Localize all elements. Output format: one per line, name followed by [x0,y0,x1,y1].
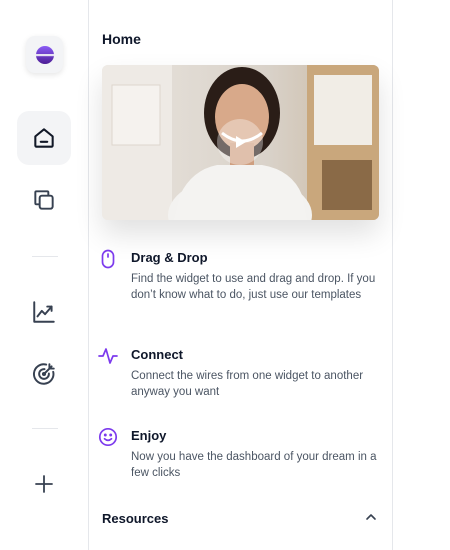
rail-home-button[interactable] [17,111,71,165]
chevron-up-icon[interactable] [364,510,378,524]
plus-icon [35,475,53,493]
app-logo[interactable] [26,36,63,73]
logo-icon [34,45,55,64]
copy-icon [34,190,54,210]
resources-label: Resources [102,511,169,526]
panel-border [392,0,393,550]
intro-video[interactable] [102,65,379,220]
feature-description: Now you have the dashboard of your dream… [131,451,377,479]
play-button[interactable] [217,119,263,165]
feature-title: Connect [131,347,183,362]
rail-goals-button[interactable] [17,347,71,401]
rail-border [88,0,89,550]
feature-title: Enjoy [131,428,167,443]
rail-add-button[interactable] [17,457,71,511]
home-icon [34,128,54,148]
feature-title: Drag & Drop [131,250,208,265]
resources-accordion[interactable]: Resources [102,510,378,530]
feature-description: Connect the wires from one widget to ano… [131,370,364,398]
rail-analytics-button[interactable] [17,285,71,339]
smile-icon [98,427,118,447]
target-icon [32,363,55,385]
sidebar-rail [0,0,88,550]
rail-divider [32,428,58,429]
rail-copy-button[interactable] [17,173,71,227]
chart-trend-icon [33,301,55,323]
rail-divider [32,256,58,257]
play-icon [236,136,246,148]
mouse-icon [101,249,115,269]
page-title: Home [102,31,141,47]
feature-description: Find the widget to use and drag and drop… [131,273,376,301]
activity-icon [98,348,118,364]
